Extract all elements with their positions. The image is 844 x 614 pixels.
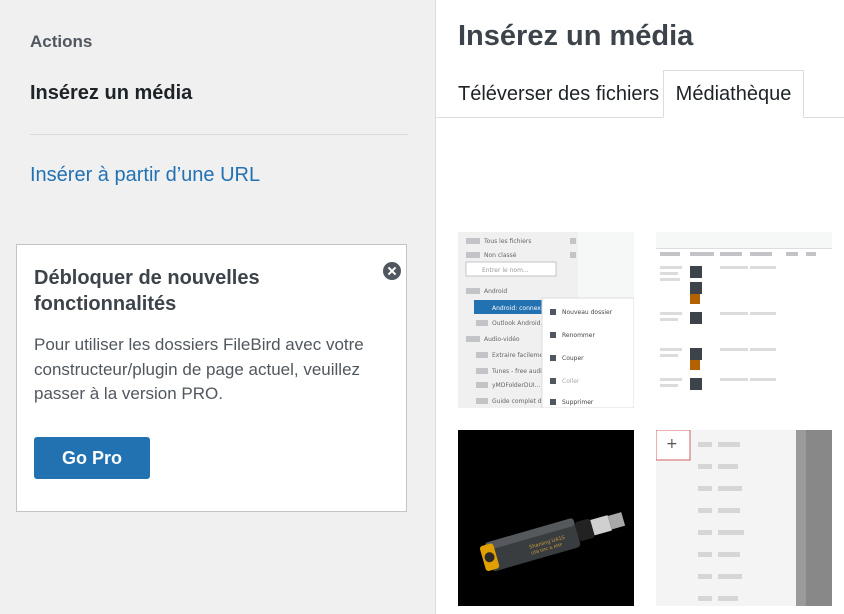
- modal-sidebar: Actions Insérez un média Insérer à parti…: [0, 0, 436, 614]
- media-thumbnail[interactable]: [656, 232, 832, 408]
- media-list-screenshot-image: [656, 232, 832, 408]
- sidebar-divider: [30, 134, 408, 135]
- blurred-menu-screenshot-image: +: [656, 430, 832, 606]
- tab-upload-files[interactable]: Téléverser des fichiers: [458, 70, 659, 118]
- svg-text:Audio-vidéo: Audio-vidéo: [484, 336, 520, 343]
- svg-text:Entrer le nom...: Entrer le nom...: [482, 267, 529, 274]
- svg-text:Renommer: Renommer: [562, 332, 595, 339]
- svg-text:Non classé: Non classé: [484, 252, 517, 259]
- svg-text:Supprimer: Supprimer: [562, 399, 594, 406]
- close-icon[interactable]: [383, 262, 401, 280]
- svg-text:+: +: [666, 436, 678, 452]
- upgrade-notice-text: Pour utiliser les dossiers FileBird avec…: [34, 335, 364, 403]
- media-thumbnail[interactable]: Entrer le nom... Tous les fichiers Non c…: [458, 232, 634, 408]
- svg-text:Android: Android: [484, 288, 507, 295]
- page-title: Insérez un média: [458, 20, 694, 52]
- menu-item-insert-from-url[interactable]: Insérer à partir d’une URL: [30, 164, 260, 187]
- media-thumbnail[interactable]: Shanling UA1S USB DAC & AMP: [458, 430, 634, 606]
- tab-media-library[interactable]: Médiathèque: [663, 70, 804, 118]
- upgrade-notice: Débloquer de nouvelles fonctionnalités P…: [16, 244, 407, 512]
- usb-dac-photo: Shanling UA1S USB DAC & AMP: [458, 430, 634, 606]
- menu-item-insert-media[interactable]: Insérez un média: [30, 82, 192, 105]
- svg-text:Tous les fichiers: Tous les fichiers: [483, 238, 531, 245]
- svg-text:Nouveau dossier: Nouveau dossier: [562, 309, 613, 316]
- go-pro-button[interactable]: Go Pro: [34, 437, 150, 479]
- media-thumbnail[interactable]: +: [656, 430, 832, 606]
- media-modal: Actions Insérez un média Insérer à parti…: [0, 0, 844, 614]
- upgrade-notice-title: Débloquer de nouvelles fonctionnalités: [34, 267, 260, 315]
- svg-text:Couper: Couper: [562, 355, 584, 362]
- svg-text:yMDFolderDUI...: yMDFolderDUI...: [492, 382, 540, 389]
- svg-text:Outlook Android...: Outlook Android...: [492, 320, 546, 327]
- folder-screenshot-image: Entrer le nom... Tous les fichiers Non c…: [458, 232, 634, 408]
- actions-heading: Actions: [30, 32, 93, 51]
- svg-text:Coller: Coller: [562, 378, 580, 385]
